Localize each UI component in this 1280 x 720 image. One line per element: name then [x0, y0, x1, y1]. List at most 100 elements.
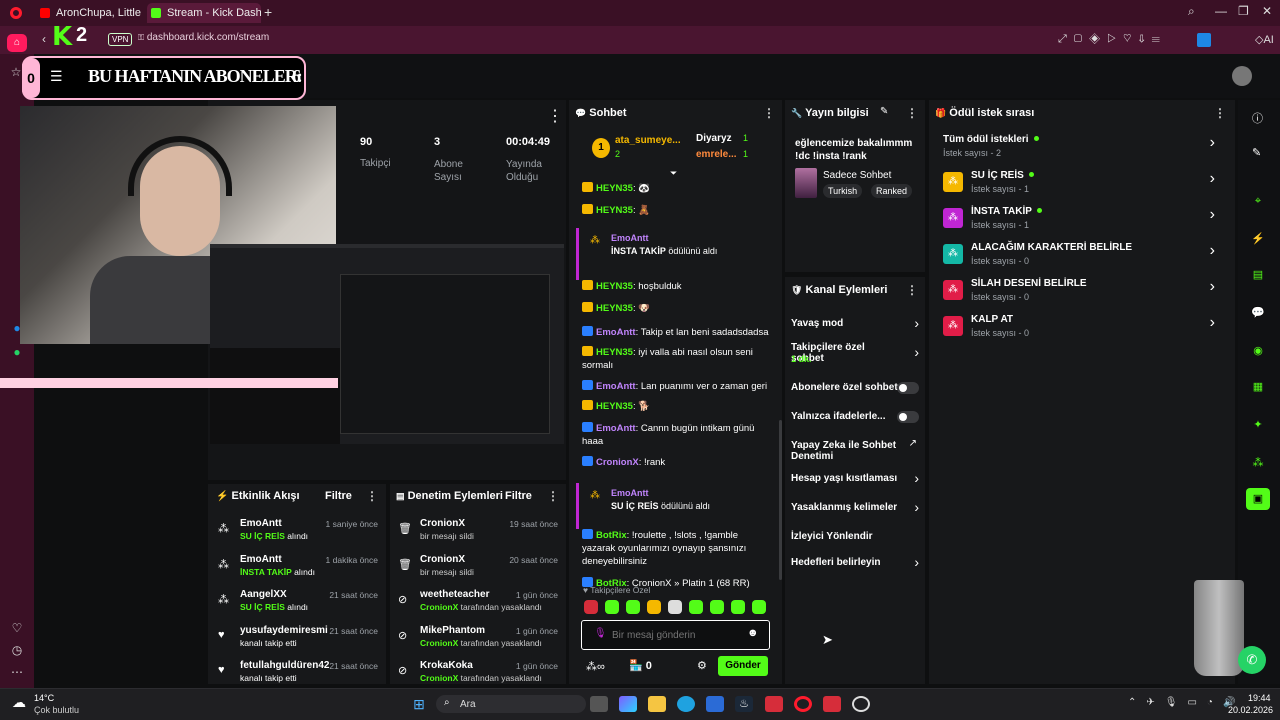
channel-action-item[interactable]: İzleyici Yönlendir — [791, 523, 919, 549]
chat-username[interactable]: CronionX — [596, 457, 639, 468]
target-icon[interactable]: ⌖ — [1246, 190, 1270, 212]
chat-message[interactable]: CronionX: !rank — [576, 456, 772, 483]
channel-action-item[interactable]: Yapay Zeka ile Sohbet Denetimi ↗ — [791, 432, 919, 465]
tag-pill[interactable]: Turkish — [823, 184, 863, 198]
chat-scrollbar[interactable] — [779, 420, 782, 580]
activity-user[interactable]: AangelXX — [240, 589, 287, 600]
file-explorer-icon[interactable] — [648, 696, 666, 712]
send-button[interactable]: Gönder — [718, 656, 768, 676]
chevron-right-icon[interactable]: › — [914, 344, 919, 360]
channel-action-item[interactable]: Abonelere özel sohbet — [791, 374, 919, 403]
taskbar-search[interactable] — [436, 695, 586, 713]
chat-username[interactable]: HEYN35 — [596, 281, 633, 292]
chat-settings-icon[interactable]: ⚙ — [697, 659, 707, 672]
channel-action-item[interactable]: Yasaklanmış kelimeler › — [791, 494, 919, 523]
activity-user[interactable]: yusufaydemiresmi — [240, 625, 328, 636]
extension-icons[interactable]: ⤢▢◈▷♡⇩☰ — [1058, 33, 1167, 46]
collapse-gifters-icon[interactable]: ⏷ — [670, 168, 677, 179]
search-tabs-icon[interactable]: ⌕ — [1188, 4, 1195, 19]
reward-queue-item[interactable]: ⁂ SU İÇ REİS İstek sayısı - 1 › — [943, 168, 1223, 204]
ai-button[interactable]: ◇AI — [1255, 33, 1274, 46]
reward-queue-more-icon[interactable]: ⋮ — [1214, 106, 1226, 120]
moderation-more-icon[interactable]: ⋮ — [547, 489, 559, 503]
app-misc-icon[interactable] — [852, 696, 870, 712]
maximize-icon[interactable]: ❐ — [1238, 4, 1249, 18]
chevron-right-icon[interactable]: › — [1210, 206, 1215, 224]
moderation-user[interactable]: CronionX — [420, 554, 465, 565]
gifter-name[interactable]: ata_sumeye... — [615, 135, 681, 146]
chat-username[interactable]: EmoAntt — [596, 381, 636, 392]
activity-user[interactable]: fetullahguldüren42 — [240, 660, 329, 671]
preview-more-icon[interactable]: ⋮ — [547, 106, 563, 126]
emote-icon[interactable] — [605, 600, 619, 614]
channel-points[interactable]: ⁂∞ — [586, 660, 605, 673]
activity-item[interactable]: ♥ yusufaydemiresmi 21 saat önce kanalı taki… — [218, 625, 378, 661]
activity-item[interactable]: ⁂ AangelXX 21 saat önce SU İÇ REİS alındı — [218, 589, 378, 625]
emote-icon[interactable] — [626, 600, 640, 614]
chevron-right-icon[interactable]: › — [1210, 242, 1215, 260]
toggle-switch[interactable] — [897, 411, 919, 423]
chat-message[interactable]: HEYN35: 🐼 — [576, 182, 772, 204]
edge-icon[interactable] — [677, 696, 695, 712]
microphone-icon[interactable]: 🎙 — [594, 628, 607, 639]
emote-icon[interactable] — [584, 600, 598, 614]
category-name[interactable]: Sadece Sohbet — [823, 170, 891, 181]
chevron-right-icon[interactable]: › — [914, 554, 919, 570]
extension-blue-icon[interactable] — [1197, 33, 1211, 47]
chat-username[interactable]: HEYN35 — [596, 401, 633, 412]
chevron-right-icon[interactable]: › — [1210, 314, 1215, 332]
chevron-right-icon[interactable]: › — [914, 499, 919, 515]
opera-taskbar-icon[interactable] — [794, 696, 812, 712]
chat-more-icon[interactable]: ⋮ — [763, 106, 775, 120]
connections-icon[interactable]: ⁂ — [1246, 452, 1270, 474]
chevron-right-icon[interactable]: › — [1210, 278, 1215, 296]
chat-message[interactable]: HEYN35: 🧸 — [576, 204, 772, 228]
heart-icon[interactable]: ♡ — [7, 618, 27, 638]
activity-more-icon[interactable]: ⋮ — [366, 489, 378, 503]
home-icon[interactable]: ⌂ — [7, 34, 27, 52]
moderation-item[interactable]: ⊘ MikePhantom 1 gün önce CronionX tarafında… — [398, 625, 558, 661]
edit-icon[interactable]: ✎ — [880, 106, 888, 117]
stream-info-more-icon[interactable]: ⋮ — [906, 106, 918, 120]
chat-system-message[interactable]: ⁂ EmoAntt SU İÇ REİS ödülünü aldı — [576, 483, 772, 529]
moderation-user[interactable]: weetheteacher — [420, 589, 489, 600]
moderation-user[interactable]: MikePhantom — [420, 625, 485, 636]
chat-username[interactable]: EmoAntt — [596, 327, 636, 338]
reward-queue-item[interactable]: ⁂ SİLAH DESENİ BELİRLE İstek sayısı - 0 › — [943, 276, 1223, 312]
broadcast-icon[interactable]: ◉ — [1246, 340, 1270, 362]
app-red-icon[interactable] — [765, 696, 783, 712]
emote-icon[interactable] — [668, 600, 682, 614]
info-icon[interactable]: ⓘ — [1252, 110, 1263, 126]
gifter-name[interactable]: Diyaryz — [696, 133, 732, 144]
emote-icon[interactable] — [689, 600, 703, 614]
whatsapp-float-icon[interactable]: ✆ — [1238, 646, 1266, 674]
chevron-right-icon[interactable]: › — [1210, 134, 1215, 152]
new-tab-button[interactable]: + — [264, 4, 272, 20]
copilot-icon[interactable] — [619, 696, 637, 712]
whatsapp-icon[interactable]: ● — [7, 342, 27, 362]
moderation-item[interactable]: ⊘ weetheteacher 1 gün önce CronionX tarafın… — [398, 589, 558, 625]
chat-username[interactable]: HEYN35 — [596, 347, 633, 358]
app-red2-icon[interactable] — [823, 696, 841, 712]
store-app-icon[interactable] — [706, 696, 724, 712]
activity-item[interactable]: ⁂ EmoAntt 1 dakika önce İNSTA TAKİP alındı — [218, 554, 378, 590]
channel-action-item[interactable]: Yalnızca ifadelerle... — [791, 403, 919, 432]
pencil-icon[interactable]: ✎ — [1252, 146, 1261, 159]
emote-icon[interactable] — [647, 600, 661, 614]
channel-action-item[interactable]: Takipçilere özel sohbet 1 dk. › — [791, 339, 919, 374]
tool-icon[interactable]: ✦ — [1246, 414, 1270, 436]
channel-action-item[interactable]: Yavaş mod › — [791, 310, 919, 339]
reward-queue-item[interactable]: ⁂ KALP AT İstek sayısı - 0 › — [943, 312, 1223, 348]
opera-logo[interactable] — [10, 7, 22, 19]
chat-message[interactable]: HEYN35: 🐕 — [576, 400, 772, 422]
moderation-item[interactable]: 🗑 CronionX 19 saat önce bir mesajı sildi — [398, 518, 558, 554]
chat-message[interactable]: HEYN35: hoşbulduk — [576, 280, 772, 302]
chat-message[interactable]: BotRix: !roulette , !slots , !gamble yaz… — [576, 529, 772, 577]
minimize-icon[interactable]: — — [1215, 4, 1227, 18]
moderation-user[interactable]: CronionX — [420, 518, 465, 529]
document-icon[interactable]: ▤ — [1246, 264, 1270, 286]
chat-system-user[interactable]: EmoAntt — [589, 487, 772, 500]
store-button[interactable]: 🏪 0 — [629, 659, 652, 672]
chat-message[interactable]: EmoAntt: Takip et lan beni sadadsdadsa — [576, 326, 772, 346]
activity-user[interactable]: EmoAntt — [240, 518, 282, 529]
